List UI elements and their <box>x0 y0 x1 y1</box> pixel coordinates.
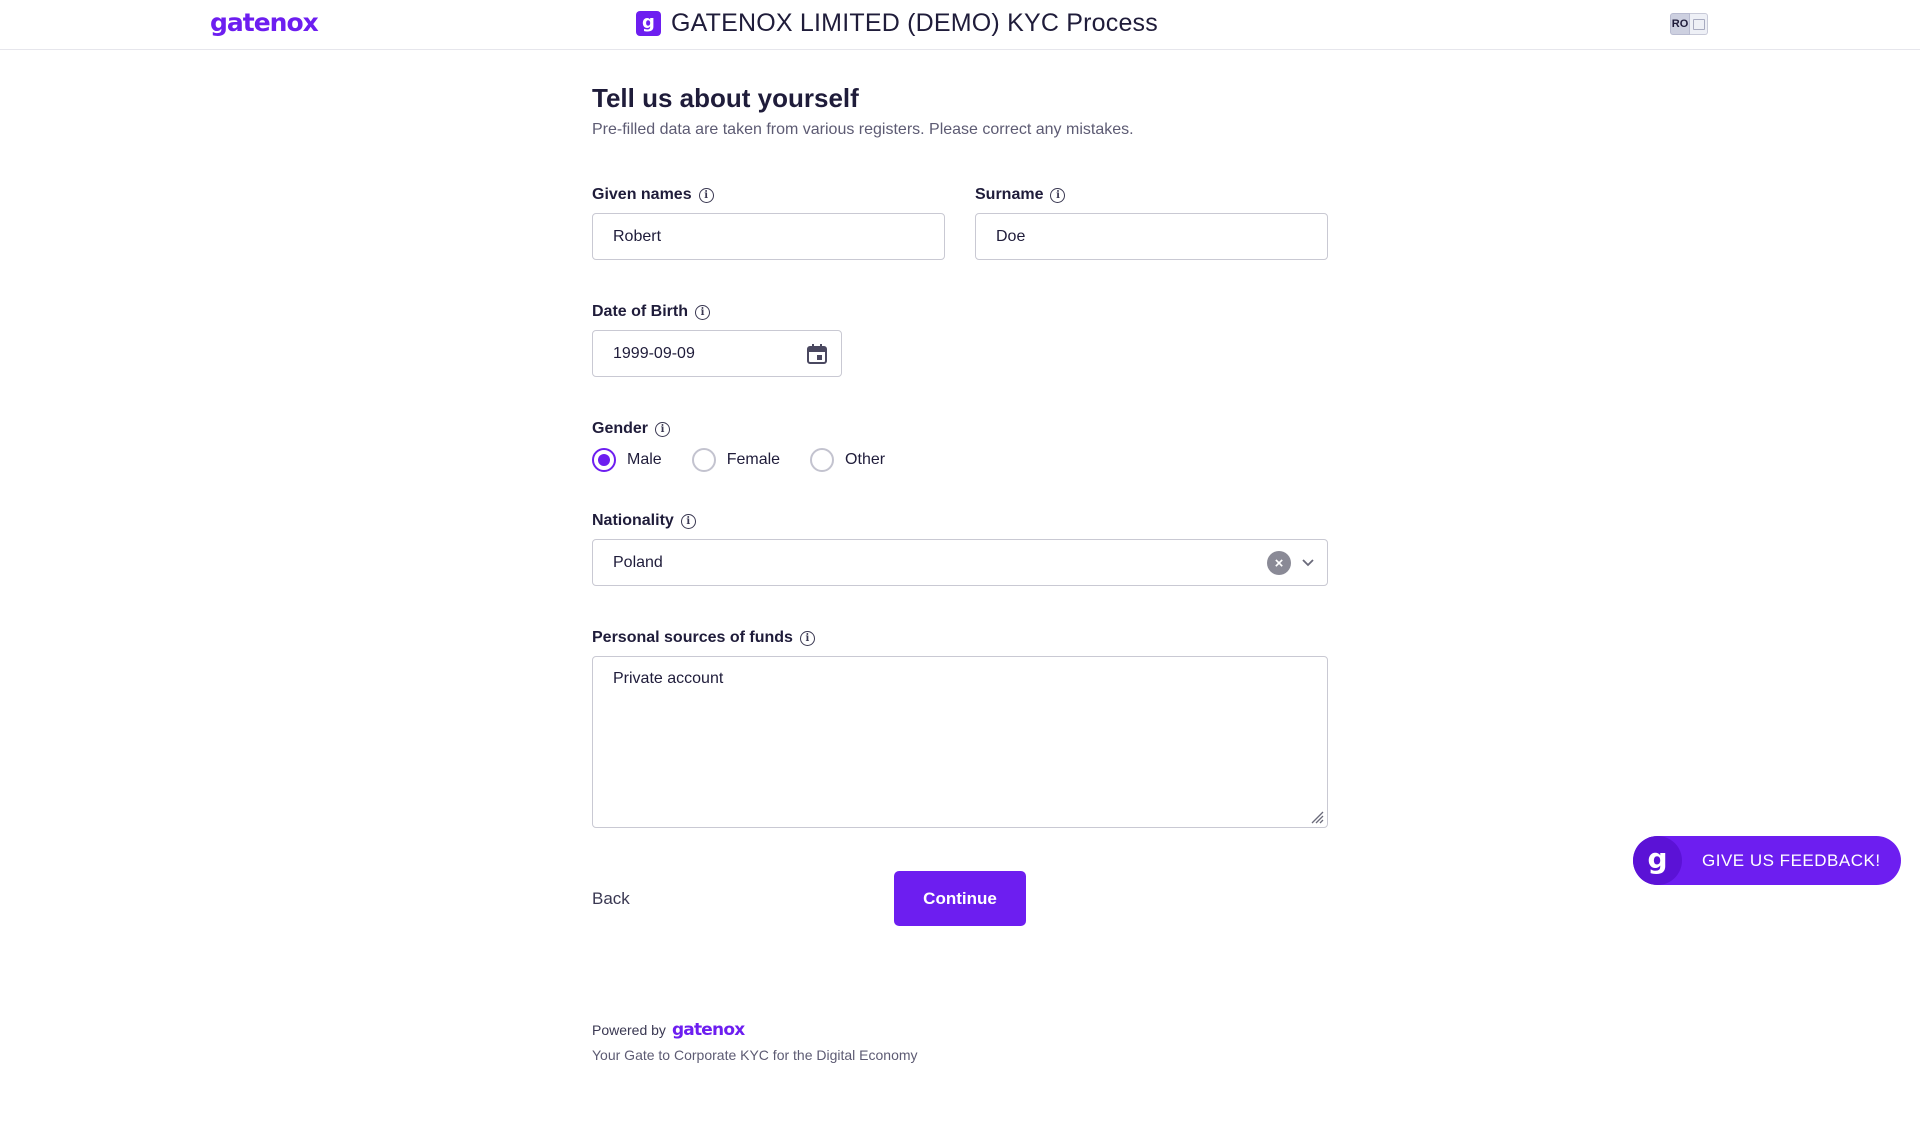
clear-icon[interactable]: × <box>1267 551 1291 575</box>
resize-handle-icon[interactable] <box>1310 810 1324 824</box>
back-button[interactable]: Back <box>592 889 630 909</box>
continue-button[interactable]: Continue <box>894 871 1026 926</box>
powered-by: Powered by gatenox <box>592 1020 745 1040</box>
process-title: GATENOX LIMITED (DEMO) KYC Process <box>671 9 1158 37</box>
gender-label: Gender i <box>592 420 671 438</box>
page-subtitle: Pre-filled data are taken from various r… <box>592 121 1134 138</box>
gender-option-male[interactable]: Male <box>592 448 662 472</box>
radio-button[interactable] <box>810 448 835 472</box>
feedback-label[interactable]: GIVE US FEEDBACK! <box>1702 851 1881 871</box>
page-title: Tell us about yourself <box>592 83 859 113</box>
powered-by-text: Powered by <box>592 1022 666 1038</box>
gatenox-logo[interactable]: gatenox <box>210 8 319 37</box>
language-badge[interactable]: RO <box>1670 13 1690 35</box>
info-icon[interactable]: i <box>799 630 815 646</box>
top-bar: gatenox g GATENOX LIMITED (DEMO) KYC Pro… <box>0 0 1920 50</box>
sources-of-funds-label-text: Personal sources of funds <box>592 629 793 646</box>
date-of-birth-value: 1999-09-09 <box>613 344 695 362</box>
info-icon[interactable]: i <box>698 187 714 203</box>
sources-of-funds-label: Personal sources of funds i <box>592 629 815 647</box>
surname-input[interactable]: Doe <box>975 213 1328 260</box>
date-of-birth-label-text: Date of Birth <box>592 303 688 320</box>
nationality-label-text: Nationality <box>592 512 674 529</box>
company-logo-icon: g <box>636 11 661 36</box>
footer-tagline: Your Gate to Corporate KYC for the Digit… <box>592 1047 918 1063</box>
gender-radio-group: Male Female Other <box>592 448 915 472</box>
sources-of-funds-value: Private account <box>613 670 724 687</box>
nationality-select[interactable]: Poland × <box>592 539 1328 586</box>
radio-label[interactable]: Other <box>845 451 885 469</box>
nationality-value: Poland <box>613 553 663 571</box>
radio-label[interactable]: Male <box>627 451 662 469</box>
radio-button[interactable] <box>691 448 716 472</box>
info-icon[interactable]: i <box>695 304 710 320</box>
gatenox-footer-logo[interactable]: gatenox <box>672 1020 745 1040</box>
info-icon[interactable]: i <box>655 421 671 437</box>
radio-label[interactable]: Female <box>727 451 780 469</box>
date-of-birth-label: Date of Birth i <box>592 303 710 321</box>
nationality-label: Nationality i <box>592 512 696 530</box>
surname-label-text: Surname <box>975 186 1044 203</box>
info-icon[interactable]: i <box>680 513 696 529</box>
given-names-value: Robert <box>613 227 662 245</box>
given-names-label-text: Given names <box>592 186 692 203</box>
gender-option-other[interactable]: Other <box>810 448 885 472</box>
gender-option-female[interactable]: Female <box>691 448 780 472</box>
chevron-down-icon[interactable] <box>1301 553 1315 573</box>
feedback-logo-icon[interactable]: g <box>1633 836 1682 885</box>
gender-label-text: Gender <box>592 420 649 437</box>
given-names-label: Given names i <box>592 186 714 204</box>
info-icon[interactable]: i <box>1050 187 1066 203</box>
radio-button-checked[interactable] <box>592 448 616 472</box>
sources-of-funds-textarea[interactable]: Private account <box>592 656 1328 828</box>
surname-label: Surname i <box>975 186 1066 204</box>
flag-image-icon[interactable] <box>1690 13 1708 35</box>
feedback-button[interactable]: g GIVE US FEEDBACK! <box>1633 836 1901 885</box>
given-names-input[interactable]: Robert <box>592 213 945 260</box>
calendar-icon[interactable] <box>805 342 829 366</box>
date-of-birth-input[interactable]: 1999-09-09 <box>592 330 842 377</box>
surname-value: Doe <box>996 227 1026 245</box>
process-title-group: g GATENOX LIMITED (DEMO) KYC Process <box>636 9 1158 38</box>
language-switcher[interactable]: RO <box>1670 13 1710 37</box>
